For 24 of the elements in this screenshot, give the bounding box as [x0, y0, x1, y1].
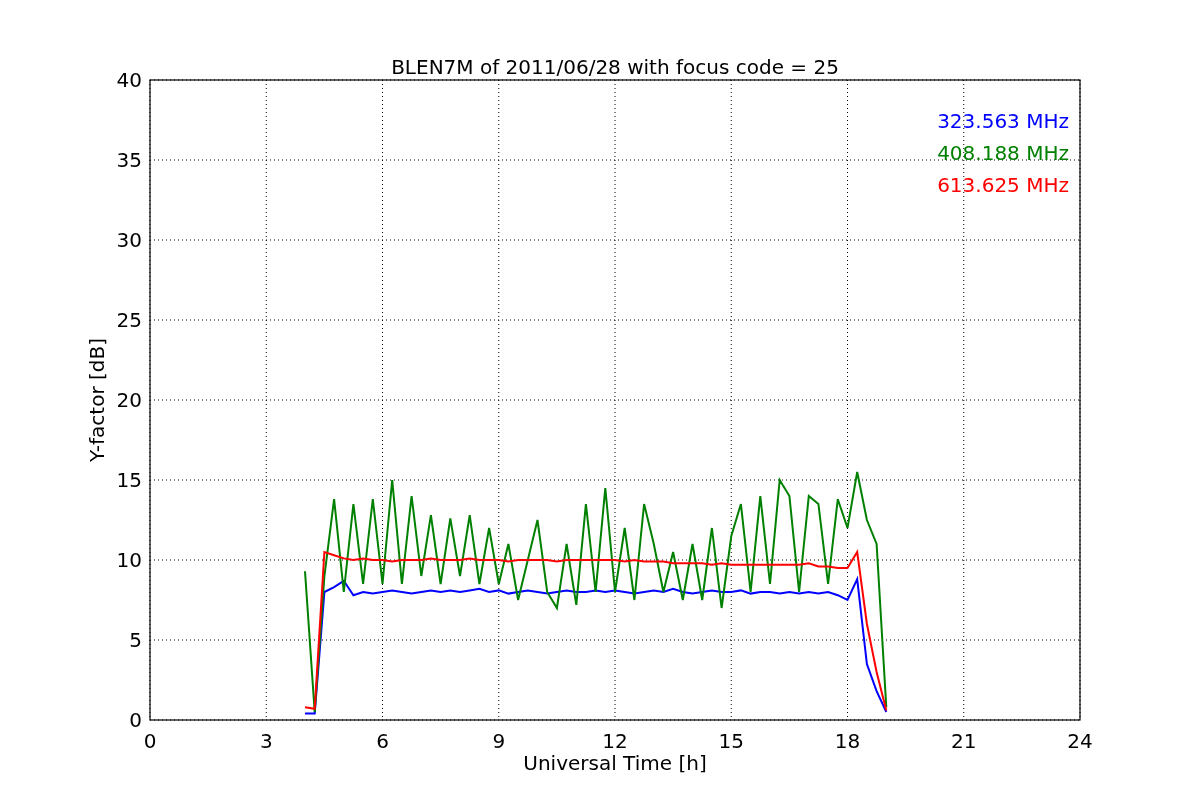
x-tick-label: 24: [1067, 729, 1093, 753]
x-tick-label: 15: [718, 729, 744, 753]
x-tick-label: 18: [834, 729, 861, 753]
x-axis-label: Universal Time [h]: [523, 751, 707, 775]
y-tick-label: 30: [116, 228, 142, 252]
legend-label: 323.563 MHz: [937, 109, 1069, 133]
legend-label: 408.188 MHz: [937, 141, 1069, 165]
y-tick-label: 15: [116, 468, 142, 492]
y-axis-label: Y-factor [dB]: [85, 338, 109, 462]
y-tick-label: 35: [116, 148, 142, 172]
x-tick-label: 0: [143, 729, 157, 753]
y-tick-label: 25: [116, 308, 142, 332]
x-tick-label: 12: [602, 729, 628, 753]
x-tick-label: 3: [259, 729, 273, 753]
x-tick-label: 21: [951, 729, 977, 753]
y-tick-label: 5: [129, 628, 142, 652]
legend-label: 613.625 MHz: [937, 173, 1069, 197]
x-tick-label: 9: [492, 729, 506, 753]
y-tick-label: 40: [116, 68, 142, 92]
x-tick-label: 6: [376, 729, 389, 753]
chart-title: BLEN7M of 2011/06/28 with focus code = 25: [391, 55, 839, 79]
y-tick-label: 20: [116, 388, 142, 412]
y-tick-label: 10: [116, 548, 142, 572]
y-tick-label: 0: [129, 708, 142, 732]
